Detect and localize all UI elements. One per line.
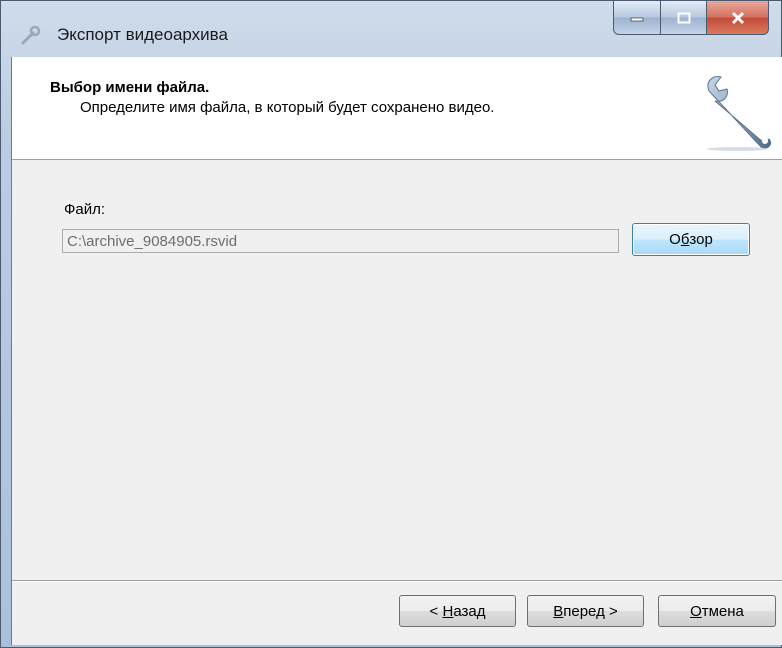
cancel-button[interactable]: Отмена — [658, 595, 776, 627]
next-label-key: В — [553, 602, 564, 620]
back-label-key: Н — [442, 602, 454, 620]
wrench-icon — [21, 25, 41, 45]
close-icon — [731, 11, 744, 24]
window-title: Экспорт видеоархива — [57, 25, 228, 44]
wizard-header: Выбор имени файла. Определите имя файла,… — [12, 57, 782, 160]
wrench-icon — [707, 76, 772, 151]
maximize-button[interactable] — [661, 1, 707, 35]
page-subtitle: Определите имя файла, в который будет со… — [80, 99, 495, 116]
browse-label-pre: О — [669, 231, 681, 248]
maximize-icon — [677, 12, 690, 23]
file-path-field[interactable] — [62, 229, 619, 253]
browse-label-post: зор — [689, 231, 713, 248]
dialog-content: Выбор имени файла. Определите имя файла,… — [11, 57, 782, 645]
file-label: Файл: — [64, 201, 106, 218]
footer-divider — [12, 580, 782, 582]
minimize-icon — [630, 17, 644, 21]
page-title: Выбор имени файла. — [50, 79, 210, 96]
back-button[interactable]: < Назад — [399, 595, 516, 627]
window-controls — [613, 1, 769, 37]
cancel-label-key: О — [690, 602, 702, 620]
browse-button[interactable]: Об зор — [632, 223, 750, 256]
next-button[interactable]: Вперед > — [527, 595, 644, 627]
back-label-post: азад — [453, 602, 486, 620]
cancel-label-post: тмена — [701, 602, 744, 620]
dialog-window: Экспорт видеоархива Выбор имени файла. О… — [0, 0, 782, 648]
minimize-button[interactable] — [613, 1, 661, 35]
back-label-pre: < — [429, 602, 443, 620]
browse-label-key: б — [680, 231, 690, 248]
title-bar[interactable]: Экспорт видеоархива — [1, 1, 781, 57]
close-button[interactable] — [707, 1, 769, 35]
next-label-post: перед > — [563, 602, 618, 620]
